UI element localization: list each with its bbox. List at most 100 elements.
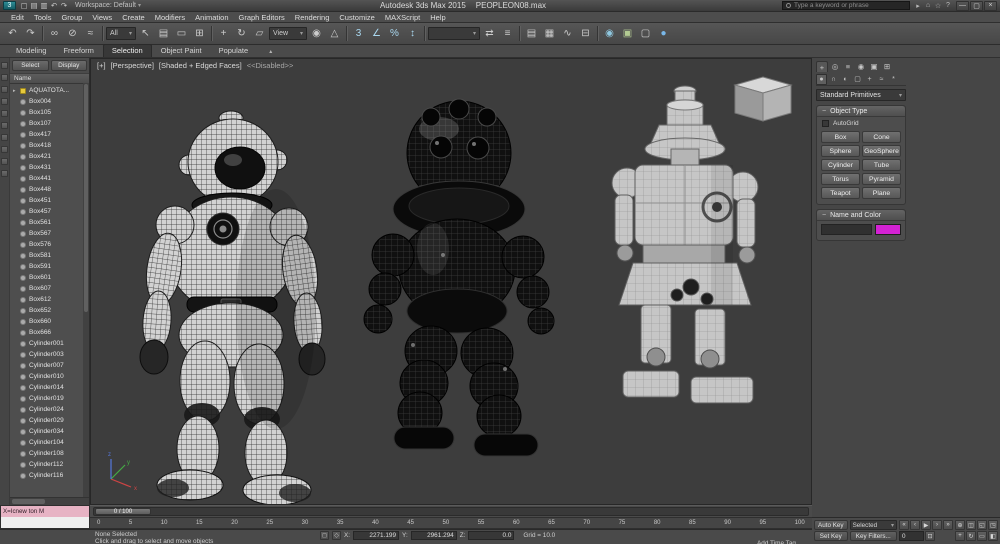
explorer-tool-icon-10[interactable] [1,170,8,177]
listener-line[interactable] [1,517,89,528]
list-item[interactable]: Box567 [10,228,89,239]
primitive-button[interactable]: Box [821,131,860,143]
menu-item[interactable]: Animation [190,13,233,22]
material-editor-icon[interactable]: ◉ [601,25,618,42]
list-item[interactable]: Box448 [10,184,89,195]
menu-item[interactable]: Modifiers [150,13,190,22]
list-item[interactable]: Cylinder001 [10,338,89,349]
expander-icon[interactable] [13,88,17,94]
list-item[interactable]: Box591 [10,261,89,272]
object-color-swatch[interactable] [875,224,901,235]
absolute-offset-icon[interactable]: ◇ [332,531,341,540]
menu-item[interactable]: Rendering [290,13,335,22]
snap-toggle-icon[interactable]: 3 [350,25,367,42]
undo-icon[interactable]: ↶ [49,1,59,11]
redo-icon[interactable]: ↷ [22,25,39,42]
primitive-button[interactable]: Teapot [821,187,860,199]
maxscript-mini-listener[interactable]: X=Icnew ton M [0,505,90,529]
ribbon-tab[interactable]: Freeform [55,45,101,57]
view-cube[interactable] [735,77,791,121]
list-item[interactable]: Box441 [10,173,89,184]
list-item[interactable]: Box421 [10,151,89,162]
frame-tick[interactable]: 20 [231,520,238,526]
scrollbar-thumb[interactable] [12,499,45,504]
geometry-icon[interactable]: ● [816,74,827,85]
menu-item[interactable]: Tools [29,13,57,22]
add-time-tag[interactable]: Add Time Tag [757,540,796,544]
viewport-general-menu[interactable]: [+] [97,61,106,70]
search-input[interactable]: Type a keyword or phrase [782,1,910,10]
autogrid-checkbox[interactable] [822,120,829,127]
shapes-icon[interactable]: ∩ [828,74,839,85]
select-scale-icon[interactable]: ▱ [251,25,268,42]
select-link-icon[interactable]: ∞ [46,25,63,42]
primitive-category-dropdown[interactable]: Standard Primitives ▾ [816,89,906,101]
list-item[interactable]: Box451 [10,195,89,206]
lock-selection-icon[interactable]: ◻ [320,531,329,540]
display-tab-icon[interactable]: ▣ [868,61,880,72]
explorer-tool-icon-6[interactable] [1,122,8,129]
list-item[interactable]: Cylinder112 [10,459,89,470]
ribbon-tab[interactable]: Populate [211,45,257,57]
x-coordinate-field[interactable]: 2271.199 [353,531,399,540]
explorer-tool-icon-8[interactable] [1,146,8,153]
primitive-button[interactable]: Sphere [821,145,860,157]
cameras-icon[interactable]: ▢ [852,74,863,85]
home-icon[interactable]: ⌂ [923,1,933,11]
explorer-tool-icon-3[interactable] [1,86,8,93]
model-round-robot[interactable] [364,99,554,456]
list-item[interactable]: Cylinder007 [10,360,89,371]
maximize-viewport-icon[interactable]: ▭ [977,531,987,541]
list-item[interactable]: Box457 [10,206,89,217]
create-tab-icon[interactable]: + [816,61,828,72]
ribbon-tab[interactable]: Modeling [8,45,54,57]
frame-tick[interactable]: 50 [443,520,450,526]
redo-icon[interactable]: ↷ [59,1,69,11]
frame-tick[interactable]: 75 [619,520,626,526]
viewport-pov-menu[interactable]: [Perspective] [111,61,154,70]
zoom-region-icon[interactable]: ◳ [988,520,998,530]
bind-spacewarp-icon[interactable]: ≈ [82,25,99,42]
current-frame-field[interactable]: 0 [899,531,924,541]
rendered-frame-icon[interactable]: ▢ [637,25,654,42]
menu-item[interactable]: MAXScript [380,13,425,22]
close-button[interactable]: × [984,1,997,11]
viewport-canvas[interactable]: x y z [91,59,812,505]
horizontal-scrollbar[interactable] [10,497,89,505]
workspace-dropdown[interactable]: Workspace: Default ▾ [72,2,144,9]
key-filters-button[interactable]: Key Filters... [850,531,897,541]
list-item[interactable]: Box601 [10,272,89,283]
selection-filter-dropdown[interactable]: All ▾ [106,27,136,40]
z-coordinate-field[interactable]: 0.0 [468,531,514,540]
frame-tick[interactable]: 80 [654,520,661,526]
object-name-field[interactable] [821,224,872,235]
menu-item[interactable]: Edit [6,13,29,22]
time-slider[interactable]: 0 / 100 [90,505,812,517]
next-frame-icon[interactable]: › [932,520,942,530]
mirror-icon[interactable]: ⇄ [481,25,498,42]
list-item[interactable]: Cylinder116 [10,470,89,481]
list-item[interactable]: Cylinder108 [10,448,89,459]
lights-icon[interactable]: ◐ [840,74,851,85]
menu-item[interactable]: Help [425,13,450,22]
search-go-icon[interactable]: ▸ [913,1,923,11]
frame-tick[interactable]: 35 [337,520,344,526]
y-coordinate-field[interactable]: 2961.294 [411,531,457,540]
align-icon[interactable]: ≡ [499,25,516,42]
menu-item[interactable]: Create [117,13,150,22]
select-by-name-icon[interactable]: ▤ [155,25,172,42]
frame-tick[interactable]: 55 [478,520,485,526]
list-item[interactable]: AQUATOTA... [10,85,89,96]
orbit-icon[interactable]: ↻ [966,531,976,541]
select-object-icon[interactable]: ↖ [137,25,154,42]
frame-tick[interactable]: 10 [161,520,168,526]
curve-editor-icon[interactable]: ∿ [559,25,576,42]
list-item[interactable]: Box004 [10,96,89,107]
schematic-view-icon[interactable]: ⊟ [577,25,594,42]
selection-region-icon[interactable]: ▭ [173,25,190,42]
frame-tick[interactable]: 5 [129,520,132,526]
primitive-button[interactable]: Pyramid [862,173,901,185]
frame-tick[interactable]: 90 [724,520,731,526]
list-item[interactable]: Box107 [10,118,89,129]
explorer-tool-icon-1[interactable] [1,62,8,69]
